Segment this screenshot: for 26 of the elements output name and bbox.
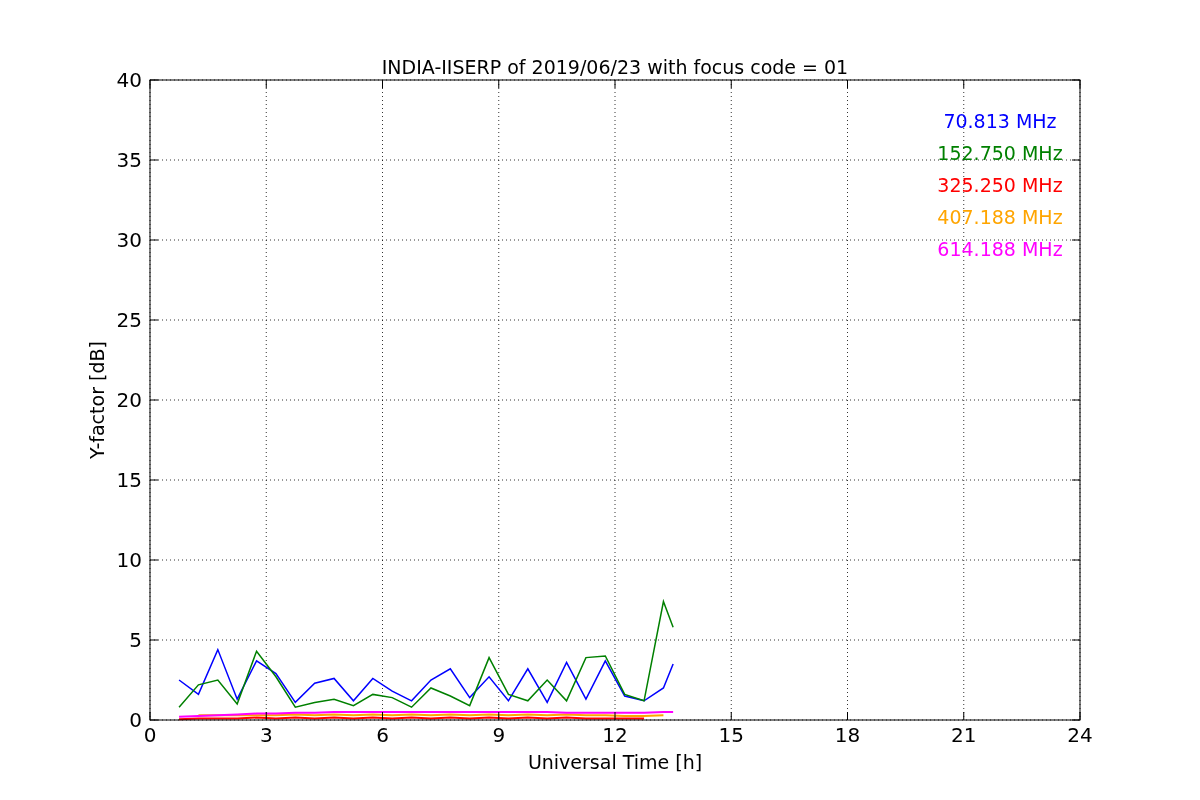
legend-label: 614.188 MHz [937, 238, 1063, 260]
x-tick-label: 24 [1067, 723, 1093, 747]
x-tick-label: 18 [834, 723, 861, 747]
y-tick-label: 35 [116, 148, 142, 172]
x-tick-label: 12 [602, 723, 628, 747]
legend-label: 325.250 MHz [937, 174, 1063, 196]
x-tick-label: 21 [951, 723, 977, 747]
x-tick-label: 3 [259, 723, 273, 747]
y-tick-label: 20 [116, 388, 142, 412]
y-tick-label: 5 [129, 628, 142, 652]
y-tick-label: 0 [129, 708, 142, 732]
y-tick-label: 30 [116, 228, 142, 252]
y-tick-label: 15 [116, 468, 142, 492]
legend-label: 152.750 MHz [937, 142, 1063, 164]
x-tick-label: 0 [143, 723, 157, 747]
chart-title: INDIA-IISERP of 2019/06/23 with focus code = 01 [381, 56, 849, 78]
x-tick-label: 15 [718, 723, 744, 747]
x-tick-label: 9 [492, 723, 506, 747]
y-axis-label: Y-factor [dB] [86, 341, 108, 459]
y-tick-label: 10 [116, 548, 142, 572]
legend-label: 407.188 MHz [937, 206, 1063, 228]
legend-label: 70.813 MHz [943, 110, 1057, 132]
y-tick-label: 25 [116, 308, 142, 332]
x-axis-label: Universal Time [h] [527, 751, 703, 773]
x-tick-label: 6 [376, 723, 389, 747]
y-tick-label: 40 [116, 68, 142, 92]
